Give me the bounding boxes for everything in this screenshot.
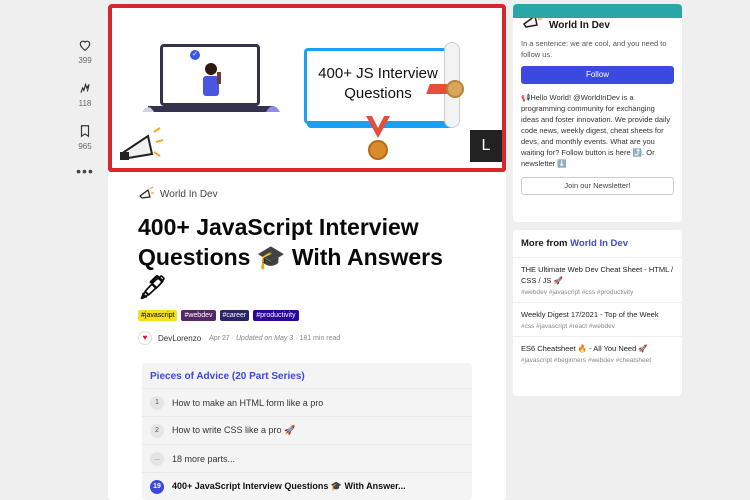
verified-check-icon: ✓: [190, 50, 200, 60]
unicorn-icon: [80, 82, 90, 93]
reaction-rail: 399 118 965 •••: [70, 38, 100, 178]
author-line: ♥ DevLorenzo Apr 27 · Updated on May 3 ·…: [138, 331, 476, 345]
heart-icon: [79, 40, 91, 51]
related-post[interactable]: THE Ultimate Web Dev Cheat Sheet - HTML …: [513, 258, 682, 303]
post-meta: Apr 27 · Updated on May 3 · 181 min read: [209, 334, 341, 342]
series-more-parts[interactable]: ... 18 more parts...: [142, 444, 472, 472]
series-item-label: How to write CSS like a pro 🚀: [172, 425, 296, 435]
more-options-button[interactable]: •••: [70, 164, 100, 178]
org-link[interactable]: World In Dev: [138, 186, 476, 202]
related-post-tags: #css #javascript #react #webdev: [521, 323, 615, 330]
series-item-number: ...: [150, 451, 164, 466]
tag-list: #javascript #webdev #career #productivit…: [138, 310, 476, 321]
tag-productivity[interactable]: #productivity: [253, 310, 299, 321]
medal-strap: [366, 116, 390, 138]
leaf-icon: [266, 106, 280, 112]
avatar[interactable]: ♥: [138, 331, 152, 345]
cover-image: ✓ 400+ JS Interview Questions L: [108, 4, 506, 172]
org-name: World In Dev: [160, 188, 218, 200]
related-post-tags: #javascript #beginners #webdev #cheatshe…: [521, 357, 652, 364]
tag-webdev[interactable]: #webdev: [181, 310, 216, 321]
author-name[interactable]: DevLorenzo: [158, 334, 201, 343]
medal-icon: [368, 140, 388, 160]
bookmark-icon: [80, 125, 90, 138]
unicorn-button[interactable]: 118: [70, 81, 100, 108]
bookmark-count: 965: [78, 142, 92, 151]
cover-title: 400+ JS Interview Questions: [307, 64, 449, 104]
org-megaphone-icon: [139, 186, 154, 199]
series-title[interactable]: Pieces of Advice (20 Part Series): [142, 371, 472, 388]
series-item-number: 2: [150, 423, 164, 438]
org-card: World In Dev In a sentence: we are cool,…: [513, 4, 682, 222]
org-card-name: World In Dev: [549, 19, 610, 31]
laptop-base: [148, 106, 274, 112]
more-from-heading: More from World In Dev: [513, 230, 682, 258]
cover-title-line1: 400+ JS Interview: [318, 65, 438, 82]
more-from-org-link[interactable]: World In Dev: [570, 238, 628, 249]
person-illustration: [203, 63, 221, 96]
follow-button[interactable]: Follow: [521, 66, 674, 84]
more-from-card: More from World In Dev THE Ultimate Web …: [513, 230, 682, 396]
article-title: 400+ JavaScript Interview Questions 🎓 Wi…: [138, 214, 443, 300]
read-time: 181 min read: [299, 334, 341, 342]
series-item[interactable]: 2 How to write CSS like a pro 🚀: [142, 416, 472, 444]
newsletter-button[interactable]: Join our Newsletter!: [521, 177, 674, 195]
more-from-prefix: More from: [521, 238, 568, 249]
related-post-title: THE Ultimate Web Dev Cheat Sheet - HTML …: [521, 265, 674, 285]
series-item-label: How to make an HTML form like a pro: [172, 397, 324, 408]
series-item-label: 400+ JavaScript Interview Questions 🎓 Wi…: [172, 481, 406, 491]
related-post[interactable]: Weekly Digest 17/2021 - Top of the Week …: [513, 303, 682, 337]
related-post[interactable]: ES6 Cheatsheet 🔥 - All You Need 🚀 #javas…: [513, 337, 682, 370]
plant-icon: [142, 107, 154, 112]
series-item-number: 19: [150, 479, 164, 494]
org-megaphone-icon: [522, 18, 542, 28]
updated-date: Updated on May 3: [236, 334, 294, 342]
org-card-header[interactable]: World In Dev: [513, 18, 682, 32]
related-post-title: Weekly Digest 17/2021 - Top of the Week: [521, 310, 659, 319]
megaphone-icon: [120, 127, 164, 160]
bookmark-button[interactable]: 965: [70, 124, 100, 151]
series-box: Pieces of Advice (20 Part Series) 1 How …: [142, 363, 472, 500]
tag-career[interactable]: #career: [219, 310, 250, 321]
like-button[interactable]: 399: [70, 38, 100, 65]
series-item-number: 1: [150, 395, 164, 410]
like-count: 399: [78, 56, 92, 65]
series-item-current[interactable]: 19 400+ JavaScript Interview Questions 🎓…: [142, 472, 472, 500]
article: ✓ 400+ JS Interview Questions L World In…: [108, 4, 506, 500]
series-item-label: 18 more parts...: [172, 453, 236, 464]
unicorn-count: 118: [78, 99, 92, 108]
logo-badge: L: [470, 130, 502, 162]
related-post-title: ES6 Cheatsheet 🔥 - All You Need 🚀: [521, 344, 648, 353]
org-description: 📢Hello World! @WorldInDev is a programmi…: [521, 93, 671, 168]
seal-icon: [446, 80, 464, 98]
org-summary: In a sentence: we are cool, and you need…: [521, 39, 667, 59]
related-post-tags: #webdev #javascript #css #productivity: [521, 289, 634, 296]
tag-javascript[interactable]: #javascript: [138, 310, 178, 321]
series-item[interactable]: 1 How to make an HTML form like a pro: [142, 388, 472, 416]
post-date: Apr 27: [209, 334, 230, 342]
